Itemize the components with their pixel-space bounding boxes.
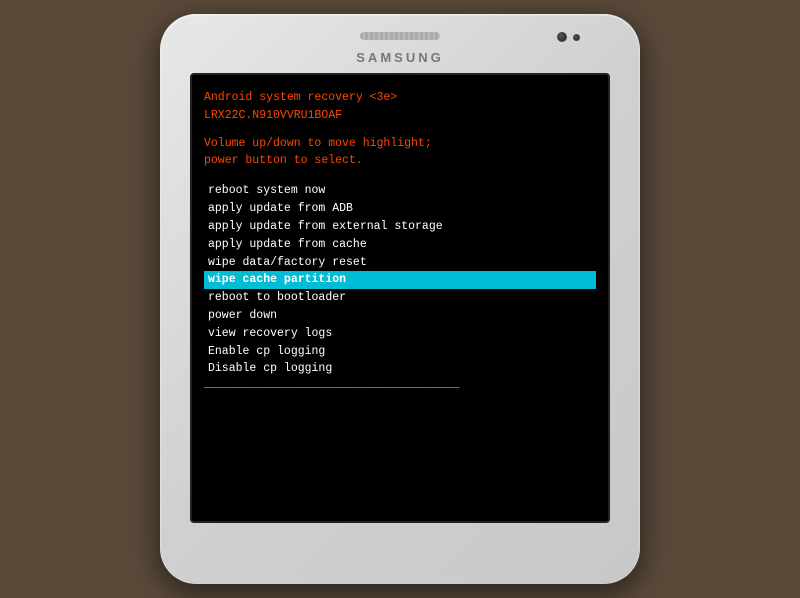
instructions-block: Volume up/down to move highlight; power … xyxy=(204,135,596,171)
phone-device: SAMSUNG Android system recovery <3e> LRX… xyxy=(160,14,640,584)
menu-item-4[interactable]: wipe data/factory reset xyxy=(204,254,596,272)
recovery-menu: reboot system nowapply update from ADBap… xyxy=(204,182,596,398)
screen-bezel: Android system recovery <3e> LRX22C.N910… xyxy=(190,73,610,523)
instruction-line-2: power button to select. xyxy=(204,152,596,170)
menu-item-1[interactable]: apply update from ADB xyxy=(204,200,596,218)
brand-logo: SAMSUNG xyxy=(356,50,443,65)
menu-item-6[interactable]: reboot to bootloader xyxy=(204,289,596,307)
menu-item-2[interactable]: apply update from external storage xyxy=(204,218,596,236)
menu-item-7[interactable]: power down xyxy=(204,307,596,325)
menu-item-10[interactable]: Disable cp logging xyxy=(204,360,596,378)
speaker-grille xyxy=(360,32,440,40)
menu-divider: ───────────────────────────────────── xyxy=(204,380,596,398)
header-line-1: Android system recovery <3e> xyxy=(204,89,596,107)
header-line-2: LRX22C.N910VVRU1BOAF xyxy=(204,107,596,125)
menu-item-5[interactable]: wipe cache partition xyxy=(204,271,596,289)
recovery-screen: Android system recovery <3e> LRX22C.N910… xyxy=(192,75,608,521)
camera-lens xyxy=(557,32,567,42)
camera-area xyxy=(557,32,580,42)
menu-item-3[interactable]: apply update from cache xyxy=(204,236,596,254)
sensor-dot xyxy=(573,34,580,41)
phone-top-bar xyxy=(160,32,640,40)
menu-item-8[interactable]: view recovery logs xyxy=(204,325,596,343)
instruction-line-1: Volume up/down to move highlight; xyxy=(204,135,596,153)
menu-item-9[interactable]: Enable cp logging xyxy=(204,343,596,361)
menu-item-0[interactable]: reboot system now xyxy=(204,182,596,200)
